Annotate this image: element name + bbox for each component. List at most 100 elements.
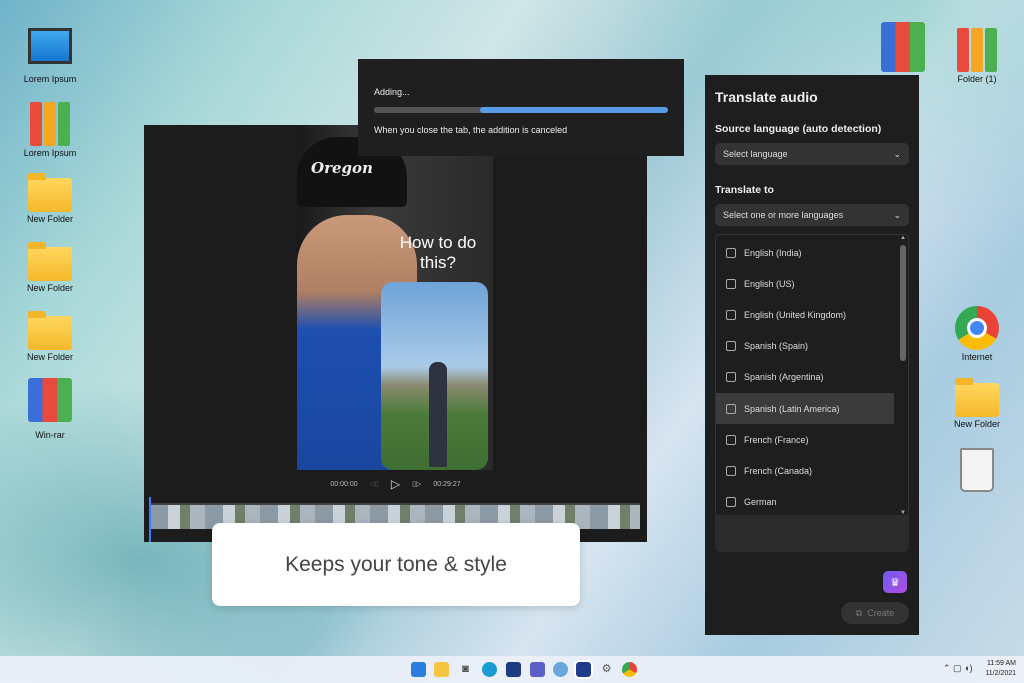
teams-icon[interactable]: [530, 662, 545, 677]
language-items: English (India) English (US) English (Unit…: [716, 235, 908, 517]
clock[interactable]: 11:59 AM 11/2/2021: [985, 659, 1016, 679]
winrar-icon: [881, 22, 925, 72]
scrollbar[interactable]: [900, 245, 906, 361]
icon-label: Internet: [961, 352, 993, 362]
premium-crown-icon[interactable]: ♛: [883, 571, 907, 593]
edge-icon[interactable]: [482, 662, 497, 677]
desktop-icon-folder[interactable]: New Folder: [942, 375, 1012, 429]
folder-icon: [28, 311, 72, 350]
target-language-select[interactable]: Select one or more languages ⌄: [715, 204, 909, 226]
create-button[interactable]: ⧉ Create: [841, 602, 909, 624]
desktop-icon-binders[interactable]: Lorem Ipsum: [15, 102, 85, 158]
source-language-select[interactable]: Select language ⌄: [715, 143, 909, 165]
adding-message: When you close the tab, the addition is …: [374, 125, 568, 135]
language-label: French (France): [744, 434, 809, 445]
desktop-icon-recycle-bin[interactable]: [942, 448, 1012, 494]
camera-icon[interactable]: ◙: [458, 662, 473, 677]
skip-back-icon[interactable]: ◁▯: [370, 480, 379, 488]
desktop-icon-folder-1[interactable]: Folder (1): [942, 28, 1012, 84]
language-option[interactable]: English (US): [716, 268, 894, 299]
language-label: English (US): [744, 278, 795, 289]
create-icon: ⧉: [855, 607, 863, 618]
folder-icon: [28, 173, 72, 212]
desktop-icon-internet[interactable]: Internet: [942, 306, 1012, 362]
language-option[interactable]: English (India): [716, 237, 894, 268]
playback-controls: 00:00:00 ◁▯ ▷ ▯▷ 00:29:27: [144, 477, 647, 491]
adding-title: Adding...: [374, 87, 410, 97]
language-label: German: [744, 497, 777, 508]
icon-label: New Folder: [26, 283, 73, 293]
adding-dialog: Adding... When you close the tab, the ad…: [358, 59, 684, 156]
video-overlay-text: How to do this?: [399, 233, 477, 272]
checkbox[interactable]: [726, 403, 736, 414]
adding-progress-bar: [374, 107, 668, 113]
settings-icon[interactable]: ⚙: [599, 662, 614, 677]
binders-icon: [28, 102, 72, 146]
chevron-down-icon: ⌄: [893, 209, 901, 220]
paint-icon[interactable]: [553, 662, 568, 677]
computer-icon: [28, 28, 72, 64]
caption-card: Keeps your tone & style: [212, 523, 580, 606]
chrome-icon: [955, 306, 999, 350]
icon-label: Win-rar: [35, 430, 65, 440]
checkbox[interactable]: [726, 465, 736, 476]
playhead[interactable]: [149, 497, 151, 542]
checkbox[interactable]: [726, 247, 736, 258]
language-label: English (United Kingdom): [744, 309, 847, 320]
language-label: Spanish (Spain): [744, 341, 809, 352]
language-option[interactable]: German: [716, 487, 894, 517]
file-explorer-icon[interactable]: [434, 662, 449, 677]
language-label: Spanish (Argentina): [744, 372, 824, 383]
play-button[interactable]: ▷: [391, 477, 400, 491]
panel-title: Translate audio: [715, 89, 818, 105]
checkbox[interactable]: [726, 434, 736, 445]
target-placeholder: Select one or more languages: [723, 210, 844, 220]
chrome-taskbar-icon[interactable]: [622, 662, 637, 677]
create-label: Create: [867, 608, 895, 618]
language-option[interactable]: French (Canada): [716, 455, 894, 486]
icon-label: New Folder: [26, 352, 73, 362]
language-option[interactable]: Spanish (Latin America): [716, 392, 894, 425]
taskbar: ◙ ⚙ ⌃ ▢ ◖) 11:59 AM 11/2/2021: [0, 656, 1024, 683]
chevron-down-icon: ⌄: [893, 148, 901, 159]
desktop-icon-computer[interactable]: Lorem Ipsum: [15, 28, 85, 84]
language-label: English (India): [744, 247, 802, 258]
language-option[interactable]: Spanish (Spain): [716, 331, 894, 362]
start-icon[interactable]: [411, 662, 426, 677]
checkbox[interactable]: [726, 372, 736, 383]
folder-icon: [955, 378, 999, 417]
scroll-up-icon[interactable]: ▲: [900, 235, 906, 241]
checkbox[interactable]: [726, 497, 736, 508]
checkbox[interactable]: [726, 341, 736, 352]
skip-forward-icon[interactable]: ▯▷: [412, 480, 421, 488]
icon-label: Lorem Ipsum: [23, 74, 77, 84]
tray-icons[interactable]: ⌃ ▢ ◖): [943, 663, 972, 674]
checkbox[interactable]: [726, 309, 736, 320]
desktop-icon-winrar[interactable]: [868, 22, 938, 74]
video-editor: Oregon How to do this? 00:00:00 ◁▯ ▷ ▯▷ …: [144, 125, 647, 542]
cap-logo-text: Oregon: [311, 159, 373, 177]
icon-label: Lorem Ipsum: [23, 148, 77, 158]
binders-icon: [955, 28, 999, 72]
time-current: 00:00:00: [330, 480, 358, 488]
video-preview[interactable]: Oregon How to do this?: [297, 125, 493, 470]
source-language-label: Source language (auto detection): [715, 123, 882, 135]
checkbox[interactable]: [726, 278, 736, 289]
language-option[interactable]: English (United Kingdom): [716, 299, 894, 330]
desktop-icon-folder[interactable]: New Folder: [15, 239, 85, 293]
desktop-icon-folder[interactable]: New Folder: [15, 170, 85, 224]
desktop-icon-folder[interactable]: New Folder: [15, 308, 85, 362]
language-option[interactable]: French (France): [716, 424, 894, 455]
time: 11:59 AM: [986, 660, 1016, 667]
recycle-bin-icon: [960, 448, 994, 492]
folder-icon: [28, 242, 72, 281]
list-footer: [715, 515, 909, 552]
winrar-icon: [28, 378, 72, 422]
icon-label: New Folder: [953, 419, 1000, 429]
source-placeholder: Select language: [723, 149, 788, 159]
icon-label: Folder (1): [957, 74, 997, 84]
language-option[interactable]: Spanish (Argentina): [716, 362, 894, 393]
active-app-icon[interactable]: [574, 660, 593, 679]
desktop-icon-winrar[interactable]: Win-rar: [15, 378, 85, 440]
store-icon[interactable]: [506, 662, 521, 677]
